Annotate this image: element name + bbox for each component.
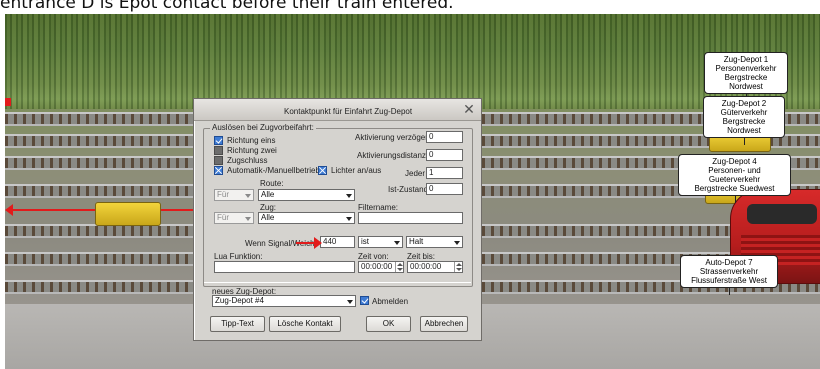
route-select[interactable]: Alle xyxy=(258,189,355,201)
label-line: Zug-Depot 1 xyxy=(723,55,769,64)
label-line: Bergstrecke Nordwest xyxy=(722,117,766,135)
chevron-down-icon xyxy=(453,238,461,246)
aktivierungsdistanz-label: Aktivierungsdistanz xyxy=(357,151,426,160)
page-caption: entrance D is Epot contact before their … xyxy=(0,0,820,14)
close-icon[interactable]: ✕ xyxy=(462,102,476,116)
red-marker xyxy=(5,98,11,106)
chevron-down-icon xyxy=(244,191,252,199)
zeit-von-value: 00:00:00 xyxy=(361,262,393,271)
route-filter-value: Für xyxy=(217,190,229,199)
jeder-label: Jeder xyxy=(405,169,426,178)
contact-dialog: Kontaktpunkt für Einfahrt Zug-Depot ✕ Au… xyxy=(193,98,482,341)
depot-value: Zug-Depot #4 xyxy=(215,296,264,305)
richtung-eins-label: Richtung eins xyxy=(227,136,276,145)
zug-select[interactable]: Alle xyxy=(258,212,355,224)
abmelden-checkbox[interactable] xyxy=(360,296,369,305)
loco-window xyxy=(747,204,817,224)
signal-condition-value: ist xyxy=(361,237,369,246)
route-value: Alle xyxy=(261,190,275,199)
aktivierungsdistanz-input[interactable]: 0 xyxy=(426,149,463,161)
dialog-titlebar[interactable]: Kontaktpunkt für Einfahrt Zug-Depot ✕ xyxy=(194,99,481,121)
chevron-down-icon xyxy=(244,214,252,222)
yellow-track-machine[interactable] xyxy=(95,202,161,226)
depot-label-7: Auto-Depot 7 Strassenverkehr Flussuferst… xyxy=(680,255,778,295)
zugschluss-label: Zugschluss xyxy=(227,156,268,165)
loesche-kontakt-button[interactable]: Lösche Kontakt xyxy=(269,316,341,332)
signal-input[interactable]: 440 xyxy=(320,236,355,248)
route-label: Route: xyxy=(260,179,284,188)
abmelden-label: Abmelden xyxy=(372,297,409,306)
richtung-eins-checkbox[interactable] xyxy=(214,136,223,145)
zeit-bis-value: 00:00:00 xyxy=(410,262,442,271)
ist-zustand-input[interactable]: 0 xyxy=(426,183,463,195)
filtername-label: Filtername: xyxy=(358,203,399,212)
signal-condition-select[interactable]: ist xyxy=(358,236,403,248)
richtung-zwei-checkbox[interactable] xyxy=(214,146,223,155)
chevron-down-icon xyxy=(345,214,353,222)
label-line: Güterverkehr xyxy=(720,108,768,117)
automatik-checkbox[interactable] xyxy=(214,166,223,175)
depot-select[interactable]: Zug-Depot #4 xyxy=(212,295,356,307)
label-line: Auto-Depot 7 xyxy=(705,258,753,267)
filtername-input[interactable] xyxy=(358,212,463,224)
aktivierung-verzoegert-label: Aktivierung verzögert xyxy=(355,133,431,142)
lichter-checkbox[interactable] xyxy=(318,166,327,175)
chevron-down-icon xyxy=(346,297,354,305)
automatik-label: Automatik-/Manuellbetrieb xyxy=(227,166,320,175)
zeit-bis-label: Zeit bis: xyxy=(407,252,436,261)
label-line: Bergstrecke Suedwest xyxy=(694,184,775,193)
separator xyxy=(204,282,471,283)
chevron-down-icon xyxy=(345,191,353,199)
ok-button[interactable]: OK xyxy=(366,316,411,332)
label-line: Personenverkehr xyxy=(715,64,777,73)
depot-label-1: Zug-Depot 1 Personenverkehr Bergstrecke … xyxy=(704,52,788,101)
spinner-icon[interactable] xyxy=(454,262,462,272)
signal-state-value: Halt xyxy=(409,237,424,246)
label-line: Personen- und Gueterverkehr xyxy=(708,166,761,184)
zugschluss-checkbox[interactable] xyxy=(214,156,223,165)
label-line: Flussuferstraße West xyxy=(691,276,767,285)
abbrechen-button[interactable]: Abbrechen xyxy=(420,316,468,332)
depot-label-2: Zug-Depot 2 Güterverkehr Bergstrecke Nor… xyxy=(703,96,785,145)
label-line: Strassenverkehr xyxy=(699,267,759,276)
zug-label: Zug: xyxy=(260,203,277,212)
richtung-zwei-label: Richtung zwei xyxy=(227,146,277,155)
red-arrow-right-icon xyxy=(314,237,322,249)
grass-field xyxy=(5,14,820,109)
zeit-bis-input[interactable]: 00:00:00 xyxy=(407,261,463,273)
label-line: Zug-Depot 4 xyxy=(712,157,757,166)
trigger-group-title: Auslösen bei Zugvorbeifahrt: xyxy=(210,123,316,132)
zeit-von-label: Zeit von: xyxy=(358,252,389,261)
dialog-title: Kontaktpunkt für Einfahrt Zug-Depot xyxy=(284,107,413,116)
zug-filter-value: Für xyxy=(217,213,229,222)
tipp-text-button[interactable]: Tipp-Text xyxy=(210,316,265,332)
lichter-label: Lichter an/aus xyxy=(331,166,382,175)
lua-label: Lua Funktion: xyxy=(214,252,263,261)
ist-zustand-label: Ist-Zustand xyxy=(388,185,429,194)
spinner-icon[interactable] xyxy=(395,262,403,272)
lua-input[interactable] xyxy=(214,261,355,273)
jeder-input[interactable]: 1 xyxy=(426,167,463,179)
zeit-von-input[interactable]: 00:00:00 xyxy=(358,261,404,273)
aktivierung-verzoegert-input[interactable]: 0 xyxy=(426,131,463,143)
label-line: Zug-Depot 2 xyxy=(721,99,767,108)
chevron-down-icon xyxy=(393,238,401,246)
label-line: Bergstrecke Nordwest xyxy=(724,73,768,91)
zug-filter-select: Für xyxy=(214,212,254,224)
depot-label-4: Zug-Depot 4 Personen- und Gueterverkehr … xyxy=(678,154,791,203)
red-arrow-left-icon xyxy=(5,204,13,216)
signal-state-select[interactable]: Halt xyxy=(406,236,463,248)
zug-value: Alle xyxy=(261,213,275,222)
route-filter-select: Für xyxy=(214,189,254,201)
